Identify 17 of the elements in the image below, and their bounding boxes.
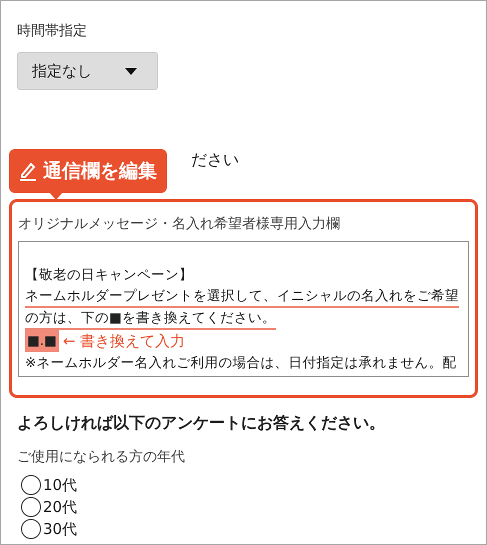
survey-heading: よろしければ以下のアンケートにお答えください。 bbox=[17, 412, 386, 434]
highlighted-marker: ■.■ bbox=[25, 330, 59, 352]
message-line: 【敬老の日キャンペーン】 bbox=[25, 266, 194, 285]
underlined-line: ネームホルダープレゼントを選択して、イニシャルの名入れをご希望 bbox=[25, 286, 459, 308]
section-heading: ださい bbox=[191, 149, 239, 171]
message-textarea[interactable]: 【敬老の日キャンペーン】 ネームホルダープレゼントを選択して、イニシャルの名入れをご希望 の方は、下の■を書き換えてください。 ■.■ ← 書き換えて入力 ※ネームホルダー名入れご利用の場合は、日付指定は承れません。配 bbox=[18, 241, 469, 377]
field-label: 時間帯指定 bbox=[17, 22, 88, 41]
age-radio-option[interactable]: 20代 bbox=[21, 496, 470, 518]
field-label: オリジナルメッセージ・名入れ希望者様専用入力欄 bbox=[18, 215, 341, 234]
caret-icon bbox=[125, 68, 137, 74]
age-radio-option[interactable]: 30代 bbox=[21, 518, 470, 540]
age-radio-option[interactable]: 10代 bbox=[21, 474, 470, 496]
annotation-text: ← 書き換えて入力 bbox=[62, 331, 186, 352]
time-slot-dropdown[interactable]: 指定なし bbox=[17, 52, 158, 90]
question-label: ご使用になられる方の年代 bbox=[17, 448, 186, 467]
message-line: ※ネームホルダー名入れご利用の場合は、日付指定は承れません。配 bbox=[25, 354, 458, 373]
pencil-icon bbox=[19, 161, 37, 181]
